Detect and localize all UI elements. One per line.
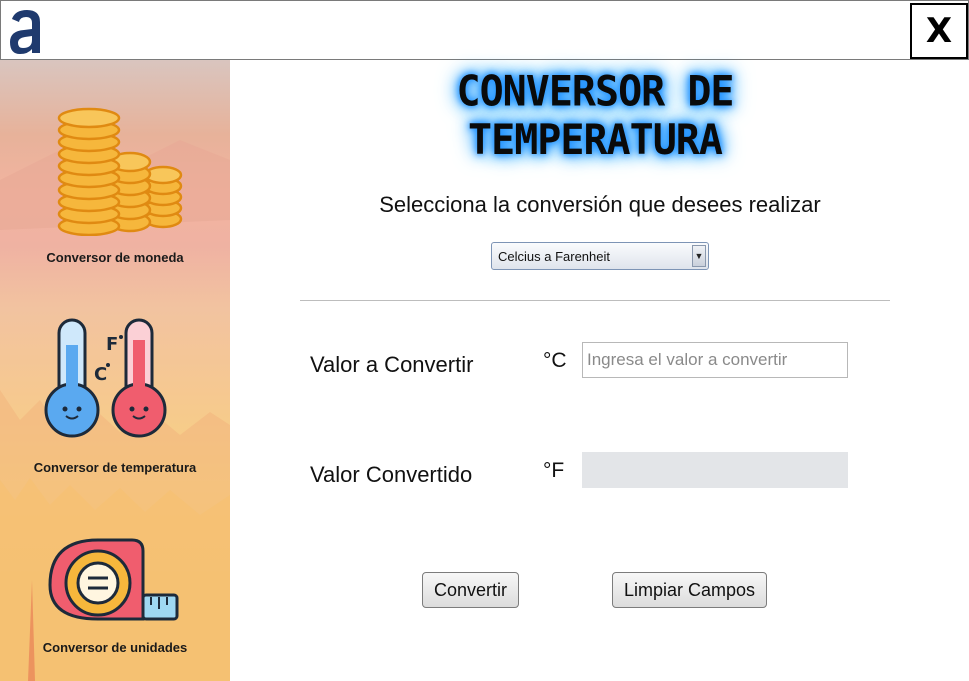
instruction-text: Selecciona la conversión que desees real… bbox=[379, 192, 821, 217]
svg-text:C: C bbox=[94, 364, 107, 385]
close-label: X bbox=[925, 11, 953, 51]
title-line-2: TEMPERATURA bbox=[468, 116, 723, 165]
output-unit-label: °F bbox=[543, 459, 565, 482]
conversion-select[interactable]: Celcius a Farenheit ▼ bbox=[491, 242, 709, 270]
sidebar-item-label: Conversor de unidades bbox=[42, 640, 188, 655]
title-line-1: CONVERSOR DE bbox=[456, 67, 735, 116]
dropdown-arrow-icon[interactable]: ▼ bbox=[692, 245, 706, 267]
convert-button[interactable]: Convertir bbox=[422, 572, 519, 608]
sidebar-item-unidades[interactable]: Conversor de unidades bbox=[0, 530, 230, 680]
measuring-tape-icon bbox=[48, 538, 179, 621]
close-button[interactable]: X bbox=[910, 3, 968, 59]
converted-value-field bbox=[582, 452, 848, 488]
a-logo-icon bbox=[10, 10, 40, 54]
conversion-select-value: Celcius a Farenheit bbox=[498, 249, 610, 264]
coins-icon bbox=[57, 107, 183, 236]
sidebar-item-label: Conversor de temperatura bbox=[33, 460, 197, 475]
page-title: CONVERSOR DE TEMPERATURA bbox=[445, 68, 745, 165]
thermometer-icon: F C bbox=[44, 318, 167, 438]
sidebar-item-label: Conversor de moneda bbox=[46, 250, 184, 265]
sidebar: Conversor de moneda F C Conversor de tem… bbox=[0, 60, 230, 681]
svg-text:F: F bbox=[106, 334, 118, 355]
input-unit-label: °C bbox=[543, 349, 567, 372]
clear-fields-button[interactable]: Limpiar Campos bbox=[612, 572, 767, 608]
input-label: Valor a Convertir bbox=[310, 352, 474, 377]
output-label: Valor Convertido bbox=[310, 462, 473, 487]
value-input[interactable] bbox=[582, 342, 848, 378]
sidebar-item-temperatura[interactable]: F C Conversor de temperatura bbox=[0, 315, 230, 485]
main-panel: CONVERSOR DE TEMPERATURA Selecciona la c… bbox=[230, 60, 969, 681]
sidebar-item-moneda[interactable]: Conversor de moneda bbox=[0, 100, 230, 270]
title-bar: X bbox=[0, 0, 969, 60]
divider bbox=[300, 300, 890, 301]
